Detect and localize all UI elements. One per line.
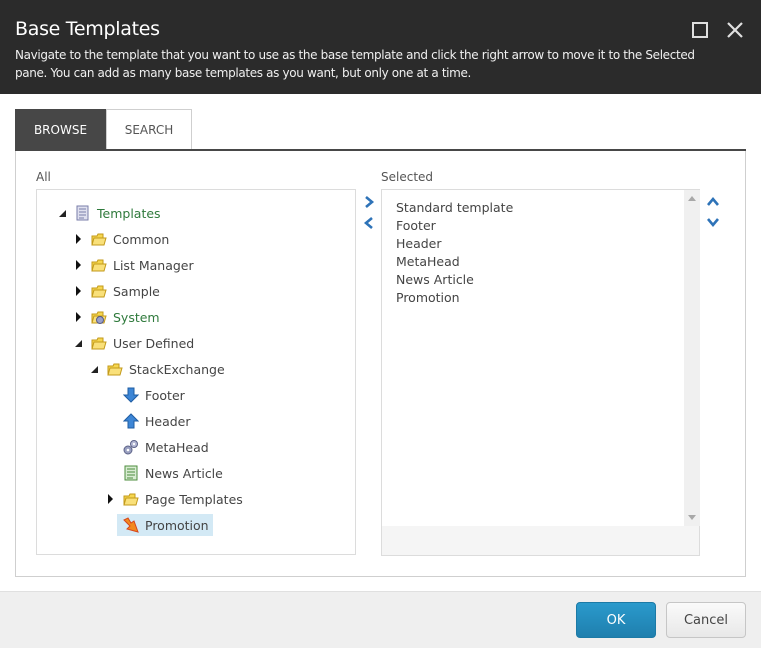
tree-node-sample[interactable]: Sample xyxy=(91,280,164,302)
selected-item[interactable]: Footer xyxy=(396,218,436,233)
tree-node-common[interactable]: Common xyxy=(91,228,173,250)
template-tree[interactable]: Templates Common List Manager Sample Sys… xyxy=(36,189,356,555)
tab-search[interactable]: SEARCH xyxy=(106,109,192,150)
tree-node-news-article[interactable]: News Article xyxy=(123,462,227,484)
folder-icon xyxy=(91,259,107,272)
dialog-header: Base Templates Navigate to the template … xyxy=(0,0,761,94)
dialog-title: Base Templates xyxy=(15,18,160,40)
dialog-description: Navigate to the template that you want t… xyxy=(15,48,695,80)
tree-node-list-manager[interactable]: List Manager xyxy=(91,254,198,276)
template-icon xyxy=(76,205,89,221)
collapse-toggle-icon[interactable] xyxy=(75,339,85,349)
folder-icon xyxy=(91,285,107,298)
tree-node-templates[interactable]: Templates xyxy=(75,202,165,224)
close-button[interactable] xyxy=(725,20,745,40)
all-pane-label: All xyxy=(36,170,51,184)
expand-toggle-icon[interactable] xyxy=(75,312,85,322)
document-icon xyxy=(124,465,138,481)
tree-node-page-templates[interactable]: Page Templates xyxy=(123,488,247,510)
arrow-up-icon xyxy=(123,413,139,429)
tree-node-stackexchange[interactable]: StackExchange xyxy=(107,358,229,380)
folder-icon xyxy=(91,337,107,350)
dialog-footer: OK Cancel xyxy=(0,591,761,648)
cancel-button[interactable]: Cancel xyxy=(666,602,746,638)
maximize-icon xyxy=(692,22,708,38)
tab-browse[interactable]: BROWSE xyxy=(15,109,106,150)
move-left-button[interactable] xyxy=(362,216,376,230)
gears-icon xyxy=(123,440,138,455)
tree-node-header[interactable]: Header xyxy=(123,410,195,432)
selected-item[interactable]: Promotion xyxy=(396,290,460,305)
folder-icon xyxy=(91,233,107,246)
collapse-toggle-icon[interactable] xyxy=(91,365,101,375)
tree-node-user-defined[interactable]: User Defined xyxy=(91,332,198,354)
maximize-button[interactable] xyxy=(690,20,710,40)
expand-toggle-icon[interactable] xyxy=(75,286,85,296)
selected-item[interactable]: MetaHead xyxy=(396,254,460,269)
collapse-toggle-icon[interactable] xyxy=(59,209,69,219)
tree-node-footer[interactable]: Footer xyxy=(123,384,189,406)
tree-node-metahead[interactable]: MetaHead xyxy=(123,436,213,458)
folder-icon xyxy=(107,363,123,376)
move-down-button[interactable] xyxy=(706,215,720,229)
move-right-button[interactable] xyxy=(362,195,376,209)
scroll-up-arrow[interactable] xyxy=(688,196,696,201)
selected-item[interactable]: Standard template xyxy=(396,200,513,215)
selected-list-scrollbar[interactable] xyxy=(684,190,700,526)
folder-icon xyxy=(123,493,139,506)
close-icon xyxy=(727,22,743,38)
selected-list-box: Standard template Footer Header MetaHead… xyxy=(381,189,700,556)
selected-list[interactable]: Standard template Footer Header MetaHead… xyxy=(382,190,684,526)
arrow-down-icon xyxy=(123,387,139,403)
scroll-down-arrow[interactable] xyxy=(688,515,696,520)
selected-item[interactable]: News Article xyxy=(396,272,474,287)
selected-pane-label: Selected xyxy=(381,170,434,184)
expand-toggle-icon[interactable] xyxy=(75,260,85,270)
promotion-icon xyxy=(123,517,139,533)
tree-node-promotion[interactable]: Promotion xyxy=(117,514,213,536)
system-folder-icon xyxy=(91,311,107,324)
expand-toggle-icon[interactable] xyxy=(75,234,85,244)
move-up-button[interactable] xyxy=(706,195,720,209)
expand-toggle-icon[interactable] xyxy=(107,494,117,504)
ok-button[interactable]: OK xyxy=(576,602,656,638)
tree-node-system[interactable]: System xyxy=(91,306,164,328)
selected-item[interactable]: Header xyxy=(396,236,442,251)
